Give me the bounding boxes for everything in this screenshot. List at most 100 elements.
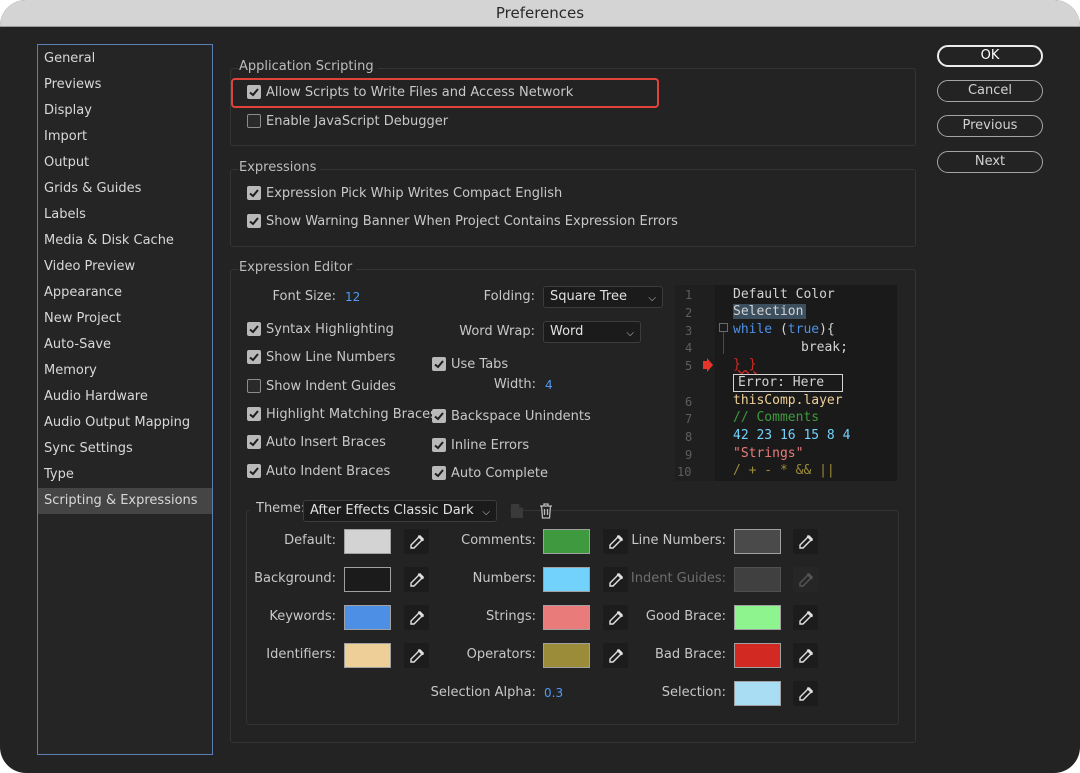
eyedropper-icon[interactable] xyxy=(793,643,818,668)
operators-color-swatch[interactable] xyxy=(543,643,590,668)
sidebar-item-display[interactable]: Display xyxy=(38,98,212,124)
bad-brace-color-swatch[interactable] xyxy=(734,643,781,668)
js-debugger-checkbox[interactable] xyxy=(247,114,261,128)
folding-dropdown-value: Square Tree xyxy=(550,289,627,304)
auto-complete-row[interactable]: Auto Complete xyxy=(432,463,548,483)
auto-indent-braces-row[interactable]: Auto Indent Braces xyxy=(247,461,390,481)
sidebar-item-sync-settings[interactable]: Sync Settings xyxy=(38,436,212,462)
auto-complete-checkbox[interactable] xyxy=(432,466,446,480)
syntax-highlighting-row[interactable]: Syntax Highlighting xyxy=(247,319,394,339)
js-debugger-row[interactable]: Enable JavaScript Debugger xyxy=(247,111,448,131)
sidebar-item-auto-save[interactable]: Auto-Save xyxy=(38,332,212,358)
sidebar-item-grids-guides[interactable]: Grids & Guides xyxy=(38,176,212,202)
identifiers-color-swatch[interactable] xyxy=(344,643,391,668)
eyedropper-icon[interactable] xyxy=(404,529,429,554)
eyedropper-icon[interactable] xyxy=(793,681,818,706)
theme-dropdown[interactable]: After Effects Classic Dark ⌵ xyxy=(303,500,497,522)
eyedropper-icon[interactable] xyxy=(404,567,429,592)
preferences-category-list: General Previews Display Import Output G… xyxy=(37,44,213,755)
sidebar-item-scripting-expressions[interactable]: Scripting & Expressions xyxy=(38,488,212,514)
expressions-group xyxy=(230,169,916,247)
line-numbers-color-label: Line Numbers: xyxy=(631,533,726,548)
eyedropper-icon[interactable] xyxy=(793,605,818,630)
previous-button[interactable]: Previous xyxy=(937,115,1043,137)
word-wrap-dropdown[interactable]: Word ⌵ xyxy=(543,321,641,343)
eyedropper-icon[interactable] xyxy=(404,643,429,668)
sidebar-item-new-project[interactable]: New Project xyxy=(38,306,212,332)
sidebar-item-general[interactable]: General xyxy=(38,46,212,72)
keywords-color-swatch[interactable] xyxy=(344,605,391,630)
title-bar[interactable]: Preferences xyxy=(0,0,1080,27)
pick-whip-row[interactable]: Expression Pick Whip Writes Compact Engl… xyxy=(247,183,562,203)
sidebar-item-video-preview[interactable]: Video Preview xyxy=(38,254,212,280)
syntax-highlighting-checkbox[interactable] xyxy=(247,322,261,336)
sidebar-item-import[interactable]: Import xyxy=(38,124,212,150)
line-numbers-color-swatch[interactable] xyxy=(734,529,781,554)
ok-button[interactable]: OK xyxy=(937,45,1043,67)
numbers-color-swatch[interactable] xyxy=(543,567,590,592)
theme-label: Theme: xyxy=(256,501,306,516)
comments-color-swatch[interactable] xyxy=(543,529,590,554)
eyedropper-icon[interactable] xyxy=(603,567,628,592)
good-brace-color-swatch[interactable] xyxy=(734,605,781,630)
code-line-default: Default Color xyxy=(733,287,835,302)
check-icon xyxy=(249,217,259,226)
sidebar-item-audio-hardware[interactable]: Audio Hardware xyxy=(38,384,212,410)
font-size-value[interactable]: 12 xyxy=(345,290,360,304)
font-size-label: Font Size: xyxy=(272,289,336,304)
sidebar-item-memory[interactable]: Memory xyxy=(38,358,212,384)
folding-dropdown[interactable]: Square Tree ⌵ xyxy=(543,286,663,308)
inline-errors-row[interactable]: Inline Errors xyxy=(432,435,529,455)
sidebar-item-appearance[interactable]: Appearance xyxy=(38,280,212,306)
auto-insert-braces-row[interactable]: Auto Insert Braces xyxy=(247,432,386,452)
eyedropper-icon[interactable] xyxy=(404,605,429,630)
next-button[interactable]: Next xyxy=(937,151,1043,173)
new-document-icon[interactable] xyxy=(510,503,524,519)
check-icon xyxy=(249,353,259,362)
show-indent-guides-row[interactable]: Show Indent Guides xyxy=(247,376,396,396)
code-paren-close: ){ xyxy=(819,322,835,337)
auto-indent-braces-checkbox[interactable] xyxy=(247,464,261,478)
sidebar-item-type[interactable]: Type xyxy=(38,462,212,488)
selection-color-swatch[interactable] xyxy=(734,681,781,706)
warning-banner-checkbox[interactable] xyxy=(247,214,261,228)
check-icon xyxy=(249,438,259,447)
sidebar-item-media-disk-cache[interactable]: Media & Disk Cache xyxy=(38,228,212,254)
warning-banner-row[interactable]: Show Warning Banner When Project Contain… xyxy=(247,211,678,231)
highlight-braces-row[interactable]: Highlight Matching Braces xyxy=(247,404,437,424)
backspace-unindents-checkbox[interactable] xyxy=(432,409,446,423)
inline-errors-label: Inline Errors xyxy=(451,437,530,453)
sidebar-item-audio-output-mapping[interactable]: Audio Output Mapping xyxy=(38,410,212,436)
check-icon xyxy=(434,469,444,478)
eyedropper-icon[interactable] xyxy=(603,605,628,630)
auto-complete-label: Auto Complete xyxy=(451,465,548,481)
code-keyword-while: while xyxy=(733,322,773,337)
eyedropper-icon[interactable] xyxy=(603,643,628,668)
code-line-break: break; xyxy=(801,340,848,355)
default-color-swatch[interactable] xyxy=(344,529,391,554)
backspace-unindents-row[interactable]: Backspace Unindents xyxy=(432,406,591,426)
pick-whip-checkbox[interactable] xyxy=(247,186,261,200)
inline-errors-checkbox[interactable] xyxy=(432,438,446,452)
show-line-numbers-checkbox[interactable] xyxy=(247,350,261,364)
sidebar-item-labels[interactable]: Labels xyxy=(38,202,212,228)
highlight-braces-checkbox[interactable] xyxy=(247,407,261,421)
trash-icon[interactable] xyxy=(539,503,553,519)
inline-error-box: Error: Here xyxy=(733,374,843,392)
fold-marker-icon[interactable] xyxy=(719,323,728,332)
use-tabs-checkbox[interactable] xyxy=(432,357,446,371)
background-color-swatch[interactable] xyxy=(344,567,391,592)
eyedropper-icon[interactable] xyxy=(793,529,818,554)
selection-alpha-value[interactable]: 0.3 xyxy=(544,686,563,700)
show-line-numbers-row[interactable]: Show Line Numbers xyxy=(247,347,395,367)
use-tabs-row[interactable]: Use Tabs xyxy=(432,354,508,374)
eyedropper-icon[interactable] xyxy=(603,529,628,554)
strings-color-swatch[interactable] xyxy=(543,605,590,630)
cancel-button[interactable]: Cancel xyxy=(937,80,1043,102)
sidebar-item-output[interactable]: Output xyxy=(38,150,212,176)
js-debugger-label: Enable JavaScript Debugger xyxy=(266,113,449,129)
tab-width-value[interactable]: 4 xyxy=(545,378,553,392)
show-indent-guides-checkbox[interactable] xyxy=(247,379,261,393)
sidebar-item-previews[interactable]: Previews xyxy=(38,72,212,98)
auto-insert-braces-checkbox[interactable] xyxy=(247,435,261,449)
